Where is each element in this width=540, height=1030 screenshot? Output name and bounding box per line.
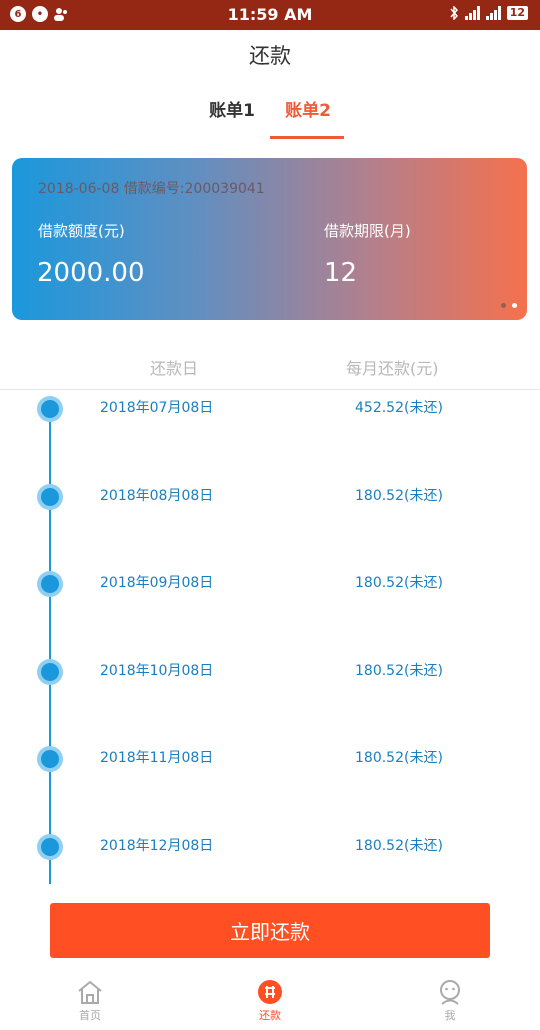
- nav-label-home: 首页: [79, 1009, 101, 1022]
- nav-item-home[interactable]: 首页: [50, 975, 130, 1023]
- timeline-dot-icon: [37, 834, 63, 860]
- repay-now-button[interactable]: 立即还款: [50, 903, 490, 958]
- signal-1-icon: [464, 6, 480, 20]
- repay-icon: [258, 980, 282, 1004]
- loan-amount-label: 借款额度(元): [38, 222, 125, 240]
- status-bar: 6 • 11:59 AM 12: [0, 0, 540, 30]
- loan-term-value: 12: [324, 258, 358, 288]
- nav-item-me[interactable]: 我: [410, 975, 490, 1023]
- repay-date: 2018年10月08日: [100, 663, 214, 679]
- nav-item-repay[interactable]: 还款: [230, 975, 310, 1023]
- loan-amount-value: 2000.00: [37, 258, 145, 288]
- user-icon: [440, 980, 460, 1005]
- timeline-dot-icon: [37, 484, 63, 510]
- repay-date: 2018年09月08日: [100, 575, 214, 591]
- repay-date: 2018年08月08日: [100, 488, 214, 504]
- timeline-dot-icon: [37, 659, 63, 685]
- page-title: 还款: [249, 44, 291, 68]
- bottom-nav: 首页 还款 我: [0, 975, 540, 1030]
- repay-amount: 180.52(未还): [355, 838, 443, 854]
- pager-dot-active: [512, 303, 517, 308]
- timeline-dot-icon: [37, 396, 63, 422]
- repay-date: 2018年07月08日: [100, 400, 214, 416]
- schedule-row: 2018年08月08日 180.52(未还): [0, 484, 540, 524]
- repay-amount: 180.52(未还): [355, 575, 443, 591]
- status-indicators: 12: [449, 6, 528, 20]
- pager-dot: [501, 303, 506, 308]
- battery-icon: 12: [506, 6, 528, 20]
- timeline-line: [49, 400, 51, 884]
- schedule-header: 还款日 每月还款(元): [0, 340, 540, 390]
- schedule-row: 2018年09月08日 180.52(未还): [0, 571, 540, 611]
- repay-amount: 180.52(未还): [355, 663, 443, 679]
- schedule-row: 2018年12月08日 180.52(未还): [0, 834, 540, 874]
- nav-label-me: 我: [444, 1009, 456, 1022]
- schedule-row: 2018年11月08日 180.52(未还): [0, 746, 540, 786]
- card-pager: [501, 303, 517, 308]
- repay-amount: 452.52(未还): [355, 400, 443, 416]
- repay-amount: 180.52(未还): [355, 488, 443, 504]
- bill-tabs: 账单1 账单2: [0, 96, 540, 140]
- nav-label-repay: 还款: [259, 1009, 281, 1022]
- timeline-dot-icon: [37, 571, 63, 597]
- tab-bill-2[interactable]: 账单2: [268, 96, 348, 121]
- tab-active-indicator: [270, 136, 344, 139]
- repay-date: 2018年12月08日: [100, 838, 214, 854]
- loan-summary-card[interactable]: 2018-06-08 借款编号:200039041 借款额度(元) 借款期限(月…: [12, 158, 527, 320]
- loan-term-label: 借款期限(月): [324, 222, 411, 240]
- repay-amount: 180.52(未还): [355, 750, 443, 766]
- column-header-amount: 每月还款(元): [346, 359, 439, 378]
- schedule-row: 2018年10月08日 180.52(未还): [0, 659, 540, 699]
- bluetooth-icon: [450, 6, 458, 20]
- schedule-row: 2018年07月08日 452.52(未还): [0, 396, 540, 436]
- repay-date: 2018年11月08日: [100, 750, 214, 766]
- timeline-dot-icon: [37, 746, 63, 772]
- signal-2-icon: [485, 6, 501, 20]
- column-header-date: 还款日: [150, 359, 199, 378]
- tab-bill-1[interactable]: 账单1: [192, 96, 272, 121]
- home-icon: [78, 980, 102, 1004]
- loan-meta: 2018-06-08 借款编号:200039041: [38, 181, 265, 197]
